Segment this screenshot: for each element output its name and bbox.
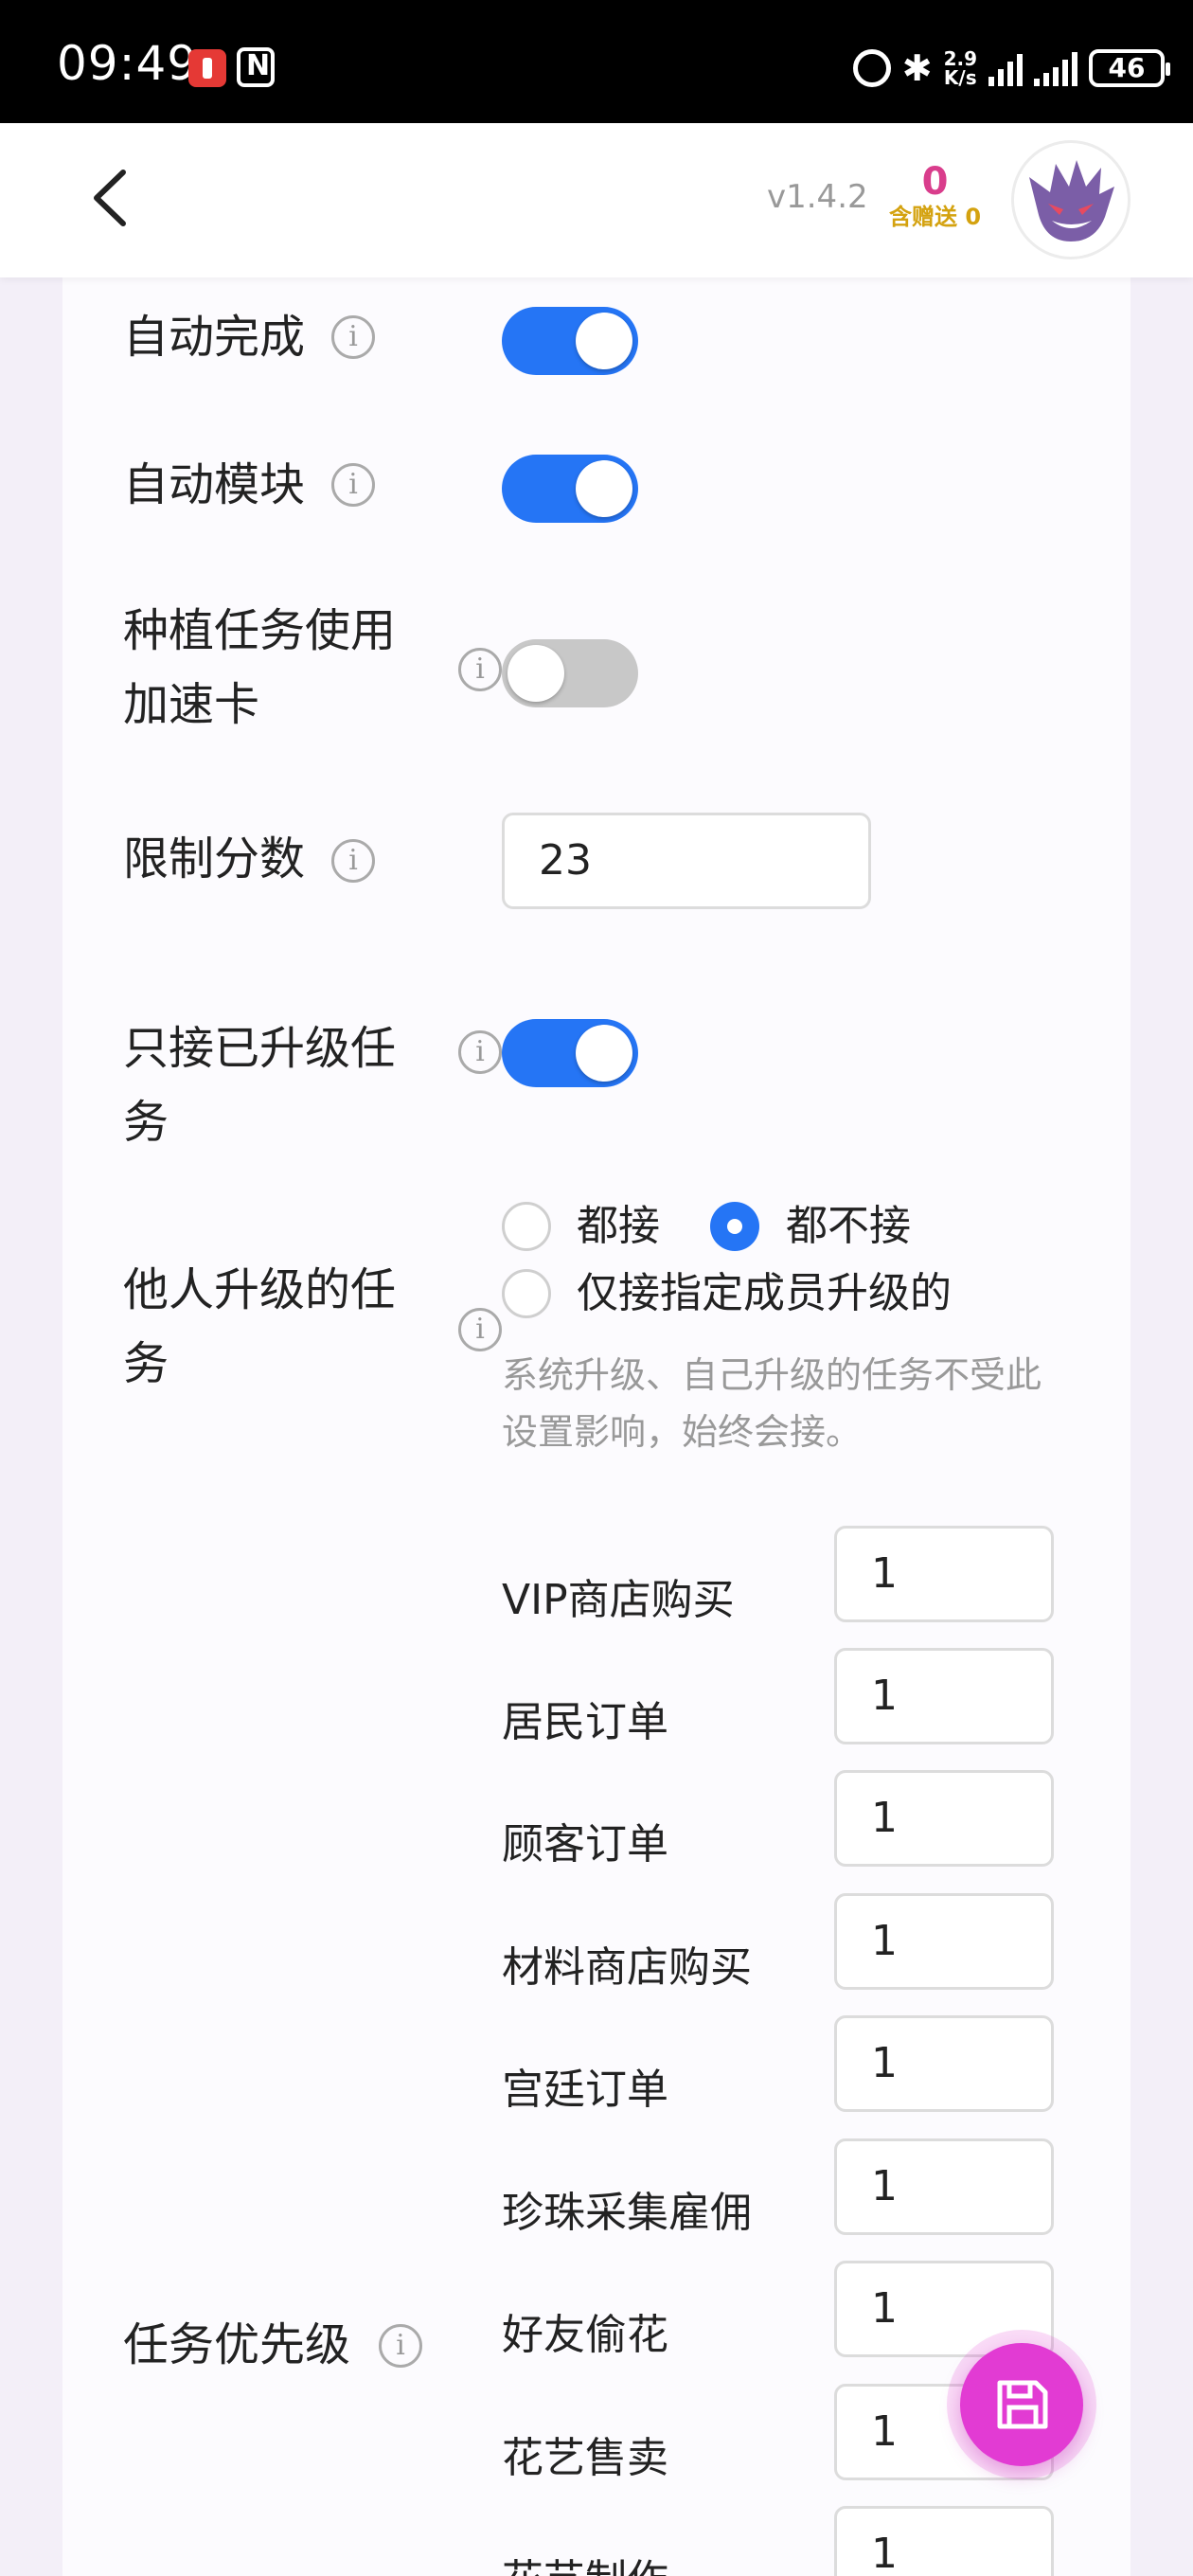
toggle-knob xyxy=(576,1025,632,1082)
priority-item-label: 宫廷订单 xyxy=(502,2066,668,2114)
score-limit-input[interactable]: 23 xyxy=(502,813,871,909)
priority-item-input[interactable]: 1 xyxy=(834,1893,1054,1990)
save-icon xyxy=(997,2380,1048,2429)
status-bar: 09:49 ✱ 2.9 K/s 46 xyxy=(0,0,1193,123)
chevron-left-icon xyxy=(94,170,126,226)
gift-count: 含赠送 0 xyxy=(888,204,982,230)
app-header: v1.4.2 0 含赠送 0 xyxy=(0,123,1193,277)
save-button[interactable] xyxy=(960,2343,1083,2466)
network-speed: 2.9 K/s xyxy=(944,49,977,87)
option-accept-all-label[interactable]: 都接 xyxy=(577,1198,660,1255)
priority-item-label: 花艺制作 xyxy=(502,2552,668,2576)
info-icon[interactable]: i xyxy=(331,315,375,359)
upgraded-only-label: 只接已升级任 xyxy=(123,1022,397,1075)
coin-balance[interactable]: 0 含赠送 0 xyxy=(881,161,989,231)
radio-accept-specified[interactable] xyxy=(502,1269,551,1318)
info-icon[interactable]: i xyxy=(331,839,375,883)
option-accept-specified-label[interactable]: 仅接指定成员升级的 xyxy=(577,1265,952,1322)
upgraded-only-toggle[interactable] xyxy=(502,1019,638,1087)
score-limit-label: 限制分数 xyxy=(123,832,306,886)
others-upgraded-label: 他人升级的任 xyxy=(123,1263,397,1316)
status-icons: ✱ 2.9 K/s 46 xyxy=(852,42,1170,95)
info-icon[interactable]: i xyxy=(379,2324,422,2368)
battery-icon: 46 xyxy=(1089,49,1170,87)
nfc-icon xyxy=(237,47,275,87)
auto-module-label: 自动模块 xyxy=(123,458,306,511)
info-icon[interactable]: i xyxy=(331,463,375,507)
priority-item-input[interactable]: 1 xyxy=(834,1770,1054,1867)
radio-accept-all[interactable] xyxy=(502,1202,551,1251)
others-upgraded-label-2: 务 xyxy=(123,1337,169,1390)
task-priority-label: 任务优先级 xyxy=(123,2318,351,2371)
priority-item-input[interactable]: 1 xyxy=(834,1526,1054,1622)
settings-card: 自动完成 i 自动模块 i 种植任务使用 加速卡 i 限制分数 i 23 只接已… xyxy=(62,277,1131,2576)
toggle-knob xyxy=(576,460,632,517)
upgraded-only-label-2: 务 xyxy=(123,1096,169,1149)
info-icon[interactable]: i xyxy=(458,1030,502,1074)
info-icon[interactable]: i xyxy=(458,648,502,691)
auto-module-toggle[interactable] xyxy=(502,455,638,523)
signal-icon xyxy=(988,50,1023,86)
priority-item-label: 好友偷花 xyxy=(502,2311,668,2359)
back-button[interactable] xyxy=(83,165,140,231)
priority-item-label: 居民订单 xyxy=(502,1698,668,1746)
auto-complete-label: 自动完成 xyxy=(123,311,306,364)
others-upgraded-hint-2: 设置影响，始终会接。 xyxy=(502,1411,863,1453)
priority-item-input[interactable]: 1 xyxy=(834,2506,1054,2576)
priority-item-input[interactable]: 1 xyxy=(834,2138,1054,2235)
option-accept-none-label[interactable]: 都不接 xyxy=(786,1198,911,1255)
priority-item-label: 顾客订单 xyxy=(502,1820,668,1869)
network-speed-unit: K/s xyxy=(943,66,977,89)
auto-complete-toggle[interactable] xyxy=(502,307,638,375)
bluetooth-icon: ✱ xyxy=(901,47,933,89)
priority-item-label: 花艺售卖 xyxy=(502,2434,668,2482)
planting-speedup-label-2: 加速卡 xyxy=(123,678,260,731)
version-label: v1.4.2 xyxy=(767,178,868,216)
radio-accept-none[interactable] xyxy=(710,1202,759,1251)
priority-item-label: 珍珠采集雇佣 xyxy=(502,2189,752,2237)
priority-item-label: 材料商店购买 xyxy=(502,1943,752,1992)
toggle-knob xyxy=(576,313,632,369)
toggle-knob xyxy=(507,645,564,702)
gengar-avatar-icon xyxy=(1029,160,1114,242)
priority-item-input[interactable]: 1 xyxy=(834,2015,1054,2112)
priority-item-label: VIP商店购买 xyxy=(502,1576,735,1624)
priority-item-input[interactable]: 1 xyxy=(834,1648,1054,1744)
status-time: 09:49 xyxy=(57,36,199,91)
planting-speedup-label: 种植任务使用 xyxy=(123,604,397,657)
info-icon[interactable]: i xyxy=(458,1308,502,1351)
signal-icon-2 xyxy=(1034,50,1077,86)
others-upgraded-hint: 系统升级、自己升级的任务不受此 xyxy=(502,1354,1042,1396)
coin-count: 0 xyxy=(921,160,949,204)
recording-icon xyxy=(188,49,226,87)
planting-speedup-toggle[interactable] xyxy=(502,639,638,707)
alarm-icon xyxy=(852,49,891,87)
avatar[interactable] xyxy=(1011,140,1131,259)
